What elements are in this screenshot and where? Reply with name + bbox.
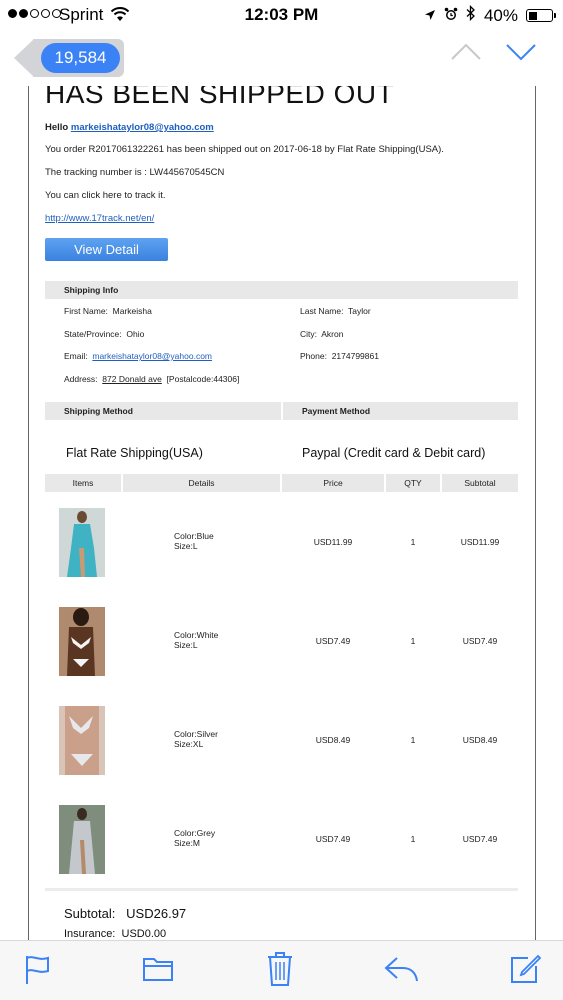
view-detail-button[interactable]: View Detail [45,238,168,261]
track-here-line: You can click here to track it. [45,190,166,201]
product-image-white-bikini[interactable] [59,607,105,676]
table-row[interactable]: Color:Grey Size:M USD7.49 1 USD7.49 [45,791,518,890]
item-subtotal: USD7.49 [462,636,498,646]
track-url-link[interactable]: http://www.17track.net/en/ [45,213,154,224]
item-price: USD11.99 [313,537,353,547]
alarm-clock-icon [444,6,458,26]
table-row[interactable]: Color:White Size:L USD7.49 1 USD7.49 [45,593,518,692]
email-headline: HAS BEEN SHIPPED OUT [45,86,395,109]
product-image-grey-dress[interactable] [59,805,105,874]
item-price: USD7.49 [315,636,351,646]
column-header-subtotal: Subtotal [442,474,518,492]
shipping-method-header: Shipping Method [45,402,281,420]
battery-icon [526,9,556,22]
tracking-line: The tracking number is : LW445670545CN [45,167,225,178]
item-qty: 1 [410,735,416,745]
reply-icon[interactable] [383,954,419,989]
state-row: State/Province: Ohio [64,329,145,339]
order-insurance: Insurance: USD0.00 [64,928,167,940]
item-price: USD7.49 [315,834,351,844]
table-row[interactable]: Color:Blue Size:L USD11.99 1 USD11.99 [45,494,518,593]
folder-icon[interactable] [142,954,174,987]
shipping-email-link[interactable]: markeishataylor08@yahoo.com [92,351,212,361]
unread-count-badge: 19,584 [41,43,120,73]
status-bar: Sprint 12:03 PM 40% [0,0,563,30]
greeting-text: Hello [45,122,69,133]
email-body[interactable]: HAS BEEN SHIPPED OUT Hello markeishatayl… [0,86,563,940]
shipping-method-value: Flat Rate Shipping(USA) [66,446,203,460]
greeting-line: Hello markeishataylor08@yahoo.com [45,122,214,133]
payment-method-value: Paypal (Credit card & Debit card) [302,446,486,460]
item-subtotal: USD11.99 [460,537,500,547]
flag-icon[interactable] [24,954,52,991]
column-header-items: Items [45,474,121,492]
column-header-price: Price [282,474,384,492]
email-row: Email: markeishataylor08@yahoo.com [64,351,213,361]
battery-percentage: 40% [483,5,518,25]
column-header-details: Details [123,474,280,492]
next-message-chevron-down-icon[interactable] [505,42,537,67]
last-name-row: Last Name: Taylor [300,306,371,316]
item-qty: 1 [410,636,416,646]
trash-icon[interactable] [266,951,294,992]
shipping-info-header: Shipping Info [45,281,518,299]
shipped-line: You order R2017061322261 has been shippe… [45,144,444,155]
back-button[interactable]: 19,584 [14,39,124,77]
item-subtotal: USD8.49 [462,735,498,745]
item-details: Color:Silver Size:XL [174,729,218,749]
phone-row: Phone: 2174799861 [300,351,379,361]
product-image-blue-dress[interactable] [59,508,105,577]
item-qty: 1 [410,537,416,547]
compose-icon[interactable] [508,952,542,991]
table-row[interactable]: Color:Silver Size:XL USD8.49 1 USD8.49 [45,692,518,791]
bluetooth-icon [466,4,476,26]
item-details: Color:Blue Size:L [174,531,214,551]
payment-method-header: Payment Method [283,402,518,420]
totals-divider [45,888,518,891]
bottom-toolbar [0,940,563,1000]
first-name-row: First Name: Markeisha [64,306,152,316]
city-row: City: Akron [300,329,344,339]
column-header-qty: QTY [386,474,440,492]
location-arrow-icon [424,6,436,26]
item-details: Color:Grey Size:M [174,828,216,848]
item-price: USD8.49 [315,735,351,745]
item-subtotal: USD7.49 [462,834,498,844]
navigation-bar: 19,584 [0,30,563,86]
item-details: Color:White Size:L [174,630,219,650]
product-image-silver-bikini[interactable] [59,706,105,775]
item-qty: 1 [410,834,416,844]
address-row: Address: 872 Donald ave [Postalcode:4430… [64,374,240,384]
previous-message-chevron-up-icon[interactable] [450,42,482,67]
order-subtotal: Subtotal: USD26.97 [64,906,187,921]
customer-email-link[interactable]: markeishataylor08@yahoo.com [71,122,214,133]
